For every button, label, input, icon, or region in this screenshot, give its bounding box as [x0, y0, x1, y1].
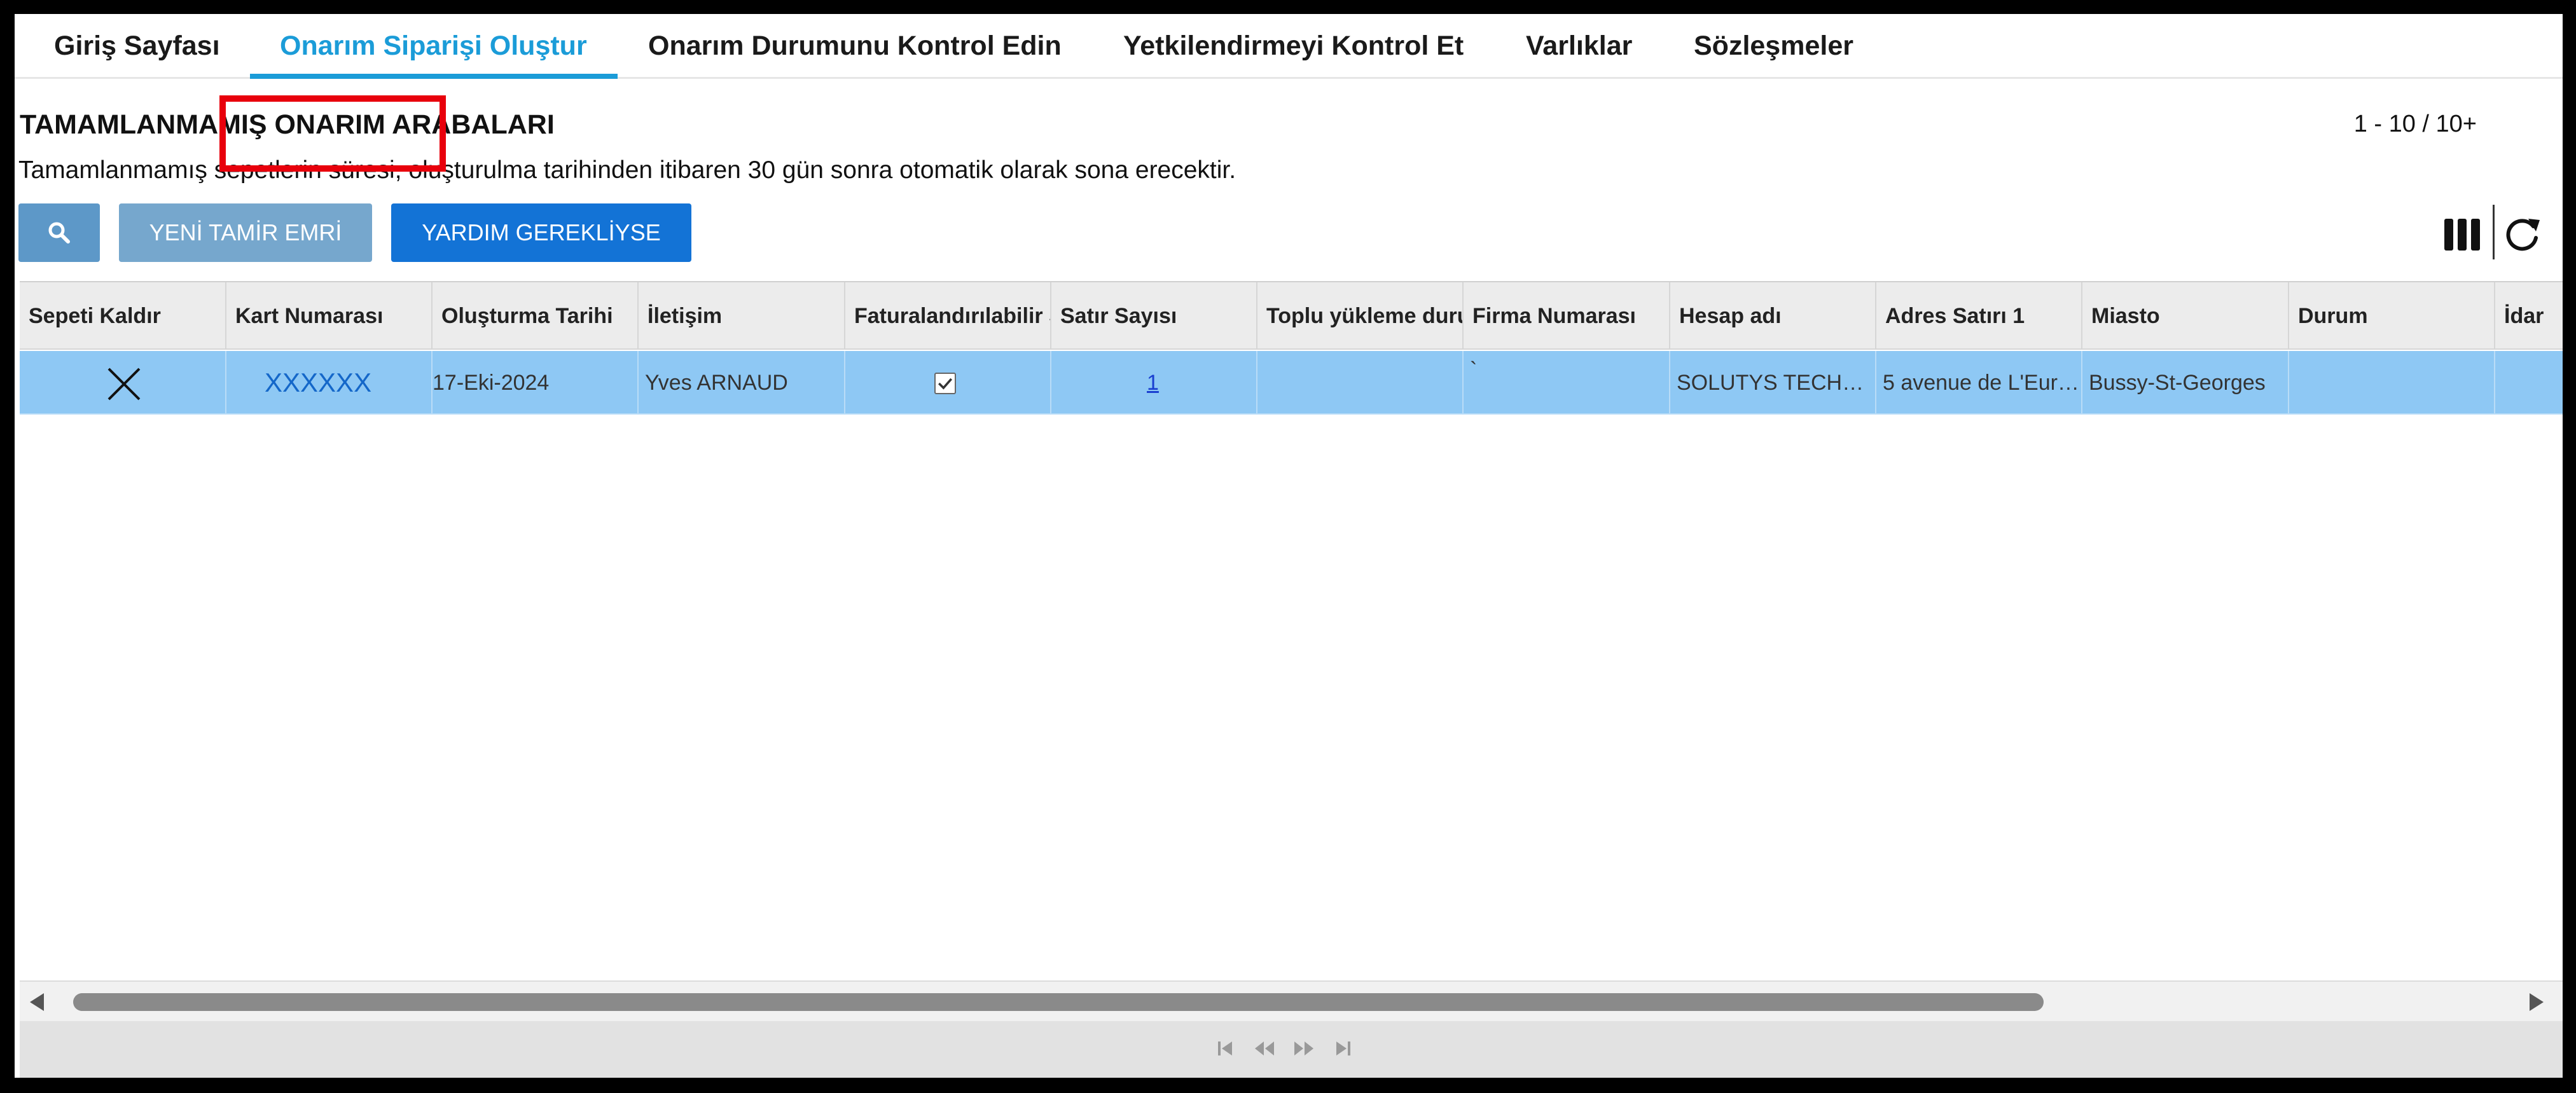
col-header-created-date[interactable]: Oluşturma Tarihi: [433, 282, 639, 350]
col-header-contact[interactable]: İletişim: [639, 282, 845, 350]
cell-line-count: 1: [1051, 351, 1257, 415]
cell-remove-cart: [20, 351, 226, 415]
horizontal-scrollbar[interactable]: [20, 980, 2563, 1021]
top-navigation: Giriş Sayfası Onarım Siparişi Oluştur On…: [15, 14, 2563, 79]
tab-create-repair-order[interactable]: Onarım Siparişi Oluştur: [280, 14, 587, 79]
col-header-remove-cart[interactable]: Sepeti Kaldır: [20, 282, 226, 350]
previous-page-icon[interactable]: [1254, 1039, 1275, 1058]
pagination-bar: [20, 1021, 2563, 1078]
tab-contracts[interactable]: Sözleşmeler: [1694, 14, 1853, 79]
col-header-address-line-1[interactable]: Adres Satırı 1: [1876, 282, 2082, 350]
last-page-icon[interactable]: [1334, 1039, 1352, 1058]
toolbar-divider: [2493, 205, 2495, 259]
cell-company-number: `: [1464, 351, 1670, 415]
col-header-line-count[interactable]: Satır Sayısı: [1051, 282, 1257, 350]
grid-header: Sepeti Kaldır Kart Numarası Oluşturma Ta…: [20, 282, 2563, 350]
card-number-highlight: [219, 95, 446, 172]
expiry-notice: Tamamlanmamış sepetlerin süresi, oluştur…: [18, 156, 1236, 184]
col-header-bulk-upload-status[interactable]: Toplu yükleme duru: [1257, 282, 1464, 350]
card-number-link[interactable]: XXXXXX: [265, 368, 371, 397]
col-header-company-number[interactable]: Firma Numarası: [1464, 282, 1670, 350]
cell-contact: Yves ARNAUD: [639, 351, 845, 415]
tab-check-repair-status[interactable]: Onarım Durumunu Kontrol Edin: [648, 14, 1062, 79]
next-page-icon[interactable]: [1293, 1039, 1315, 1058]
col-header-card-number[interactable]: Kart Numarası: [226, 282, 433, 350]
incomplete-carts-grid: Sepeti Kaldır Kart Numarası Oluşturma Ta…: [20, 281, 2563, 996]
search-icon: [48, 222, 70, 244]
cell-created-date: 17-Eki-2024: [433, 351, 639, 415]
close-icon[interactable]: [106, 366, 142, 402]
col-header-billable[interactable]: Faturalandırılabilir S: [845, 282, 1051, 350]
cell-address-line-1: 5 avenue de L'Eur…: [1876, 351, 2082, 415]
cell-city: Bussy-St-Georges: [2082, 351, 2289, 415]
scrollbar-thumb[interactable]: [73, 993, 2044, 1011]
col-header-city[interactable]: Miasto: [2082, 282, 2289, 350]
tab-check-authorization[interactable]: Yetkilendirmeyi Kontrol Et: [1123, 14, 1464, 79]
app-window: Giriş Sayfası Onarım Siparişi Oluştur On…: [15, 14, 2563, 1078]
refresh-icon[interactable]: [2500, 212, 2544, 256]
tab-assets[interactable]: Varlıklar: [1526, 14, 1632, 79]
col-header-account-name[interactable]: Hesap adı: [1670, 282, 1876, 350]
table-row[interactable]: XXXXXX 17-Eki-2024 Yves ARNAUD 1 ` SOLUT…: [20, 351, 2563, 415]
col-header-admin[interactable]: İdar: [2495, 282, 2563, 350]
columns-icon[interactable]: [2443, 217, 2481, 252]
billable-checkbox[interactable]: [934, 373, 956, 394]
pagination-summary: 1 - 10 / 10+: [2353, 111, 2477, 137]
active-tab-indicator: [250, 74, 618, 79]
search-button[interactable]: [18, 203, 100, 262]
cell-status: [2289, 351, 2495, 415]
cell-admin: [2495, 351, 2563, 415]
first-page-icon[interactable]: [1217, 1039, 1235, 1058]
need-help-button[interactable]: YARDIM GEREKLİYSE: [391, 203, 691, 262]
cell-card-number: XXXXXX: [226, 351, 433, 415]
tab-home[interactable]: Giriş Sayfası: [54, 14, 220, 79]
cell-bulk-upload-status: [1257, 351, 1464, 415]
scroll-right-arrow-icon[interactable]: [2530, 993, 2544, 1011]
cell-billable: [845, 351, 1051, 415]
col-header-status[interactable]: Durum: [2289, 282, 2495, 350]
scroll-left-arrow-icon[interactable]: [30, 993, 44, 1011]
line-count-link[interactable]: 1: [1147, 371, 1159, 395]
new-repair-order-button[interactable]: YENİ TAMİR EMRİ: [119, 203, 372, 262]
cell-account-name: SOLUTYS TECH…: [1670, 351, 1876, 415]
